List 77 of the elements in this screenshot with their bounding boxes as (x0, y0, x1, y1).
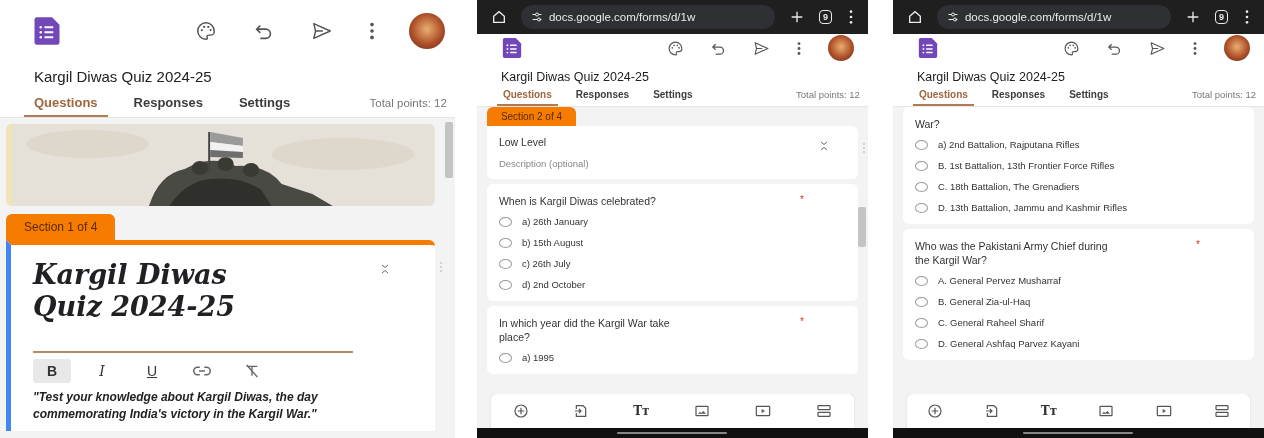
url-text: docs.google.com/forms/d/1w (964, 11, 1112, 23)
add-title-button[interactable]: Tᴛ (1040, 404, 1058, 418)
avatar[interactable] (408, 13, 445, 49)
total-points: Total points: 12 (796, 89, 860, 102)
option-label[interactable]: B. General Zia-ul-Haq (937, 296, 1031, 307)
option-label[interactable]: A. General Pervez Musharraf (937, 275, 1061, 286)
form-title: Kargil Diwas Quiz 2024-25 (499, 69, 650, 84)
video-icon[interactable] (1154, 403, 1173, 419)
option-label[interactable]: B. 1st Battalion, 13th Frontier Force Rifles (937, 160, 1115, 171)
more-icon[interactable] (1192, 39, 1198, 57)
scrollbar[interactable] (444, 122, 453, 178)
tab[interactable]: Responses (985, 84, 1052, 106)
section-title[interactable]: Low Level (498, 136, 846, 148)
required-asterisk: * (1196, 239, 1200, 250)
form-heading[interactable]: Kargil Diwas Quiz 2024-25 (33, 259, 303, 323)
italic-button[interactable]: I (83, 359, 121, 383)
form-title: Kargil Diwas Quiz 2024-25 (915, 69, 1066, 84)
address-bar[interactable]: docs.google.com/forms/d/1w (520, 5, 775, 29)
required-asterisk: * (800, 194, 804, 205)
tab-count[interactable]: 9 (818, 10, 832, 24)
option-label[interactable]: D. General Ashfaq Parvez Kayani (937, 338, 1080, 349)
address-bar[interactable]: docs.google.com/forms/d/1w (936, 5, 1171, 29)
palette-icon[interactable] (666, 39, 684, 57)
tune-icon[interactable] (946, 11, 959, 23)
more-icon[interactable] (368, 20, 375, 42)
tab[interactable]: Settings (228, 89, 301, 117)
avatar[interactable] (1224, 35, 1250, 61)
image-icon[interactable] (693, 403, 710, 419)
tune-icon[interactable] (530, 11, 543, 23)
add-question-icon[interactable] (927, 403, 944, 419)
option-label[interactable]: c) 26th July (521, 258, 571, 269)
tab-count[interactable]: 9 (1214, 10, 1228, 24)
tab[interactable]: Responses (569, 84, 636, 106)
tab[interactable]: Responses (123, 89, 213, 117)
option-label[interactable]: D. 13th Battalion, Jammu and Kashmir Rifles (937, 202, 1127, 213)
send-icon[interactable] (1149, 39, 1166, 57)
add-title-button[interactable]: Tᴛ (633, 404, 650, 418)
question-text[interactable]: In which year did the Kargil War take place? (498, 316, 699, 344)
add-section-icon[interactable] (815, 403, 832, 419)
form-description[interactable]: "Test your knowledge about Kargil Diwas, the day commemorating India's victory in the Kargil War." (33, 389, 405, 423)
option-label[interactable]: a) 1995 (521, 352, 555, 363)
palette-icon[interactable] (1063, 39, 1080, 57)
total-points: Total points: 12 (1192, 89, 1256, 102)
add-question-icon[interactable] (512, 403, 529, 419)
palette-icon[interactable] (194, 20, 217, 42)
tab[interactable]: Settings (647, 84, 699, 106)
video-icon[interactable] (753, 403, 772, 419)
scrollbar[interactable] (857, 207, 866, 247)
send-icon[interactable] (310, 20, 333, 42)
question-text[interactable]: Who was the Pakistani Army Chief during the Kargil War? (914, 239, 1115, 267)
bold-button[interactable]: B (33, 359, 71, 383)
total-points: Total points: 12 (369, 97, 447, 111)
description-field[interactable]: Description (optional) (498, 158, 846, 169)
form-title: Kargil Diwas Quiz 2024-25 (33, 67, 213, 85)
required-asterisk: * (800, 316, 804, 327)
send-icon[interactable] (752, 39, 770, 57)
option-label[interactable]: a) 2nd Battalion, Rajputana Rifles (937, 139, 1080, 150)
url-text: docs.google.com/forms/d/1w (548, 11, 696, 23)
more-icon[interactable] (795, 39, 802, 57)
question-text[interactable]: When is Kargil Diwas celebrated? (498, 194, 699, 208)
option-label[interactable]: C. 18th Battalion, The Grenadiers (937, 181, 1080, 192)
link-icon (193, 365, 211, 377)
avatar[interactable] (827, 35, 854, 61)
section-label: Section 1 of 4 (6, 214, 116, 240)
add-section-icon[interactable] (1213, 403, 1230, 419)
clear-format-icon (244, 364, 260, 378)
home-icon[interactable] (490, 9, 507, 25)
option-label[interactable]: C. General Raheel Sharif (937, 317, 1045, 328)
option-label[interactable]: d) 2nd October (521, 279, 586, 290)
underline-button[interactable]: U (133, 359, 171, 383)
question-text[interactable]: War? (914, 117, 1115, 131)
option-label[interactable]: a) 26th January (521, 216, 588, 227)
home-icon[interactable] (906, 9, 923, 25)
image-icon[interactable] (1098, 403, 1114, 419)
section-label: Section 2 of 4 (486, 107, 577, 126)
option-label[interactable]: b) 15th August (521, 237, 584, 248)
tab[interactable]: Settings (1063, 84, 1115, 106)
